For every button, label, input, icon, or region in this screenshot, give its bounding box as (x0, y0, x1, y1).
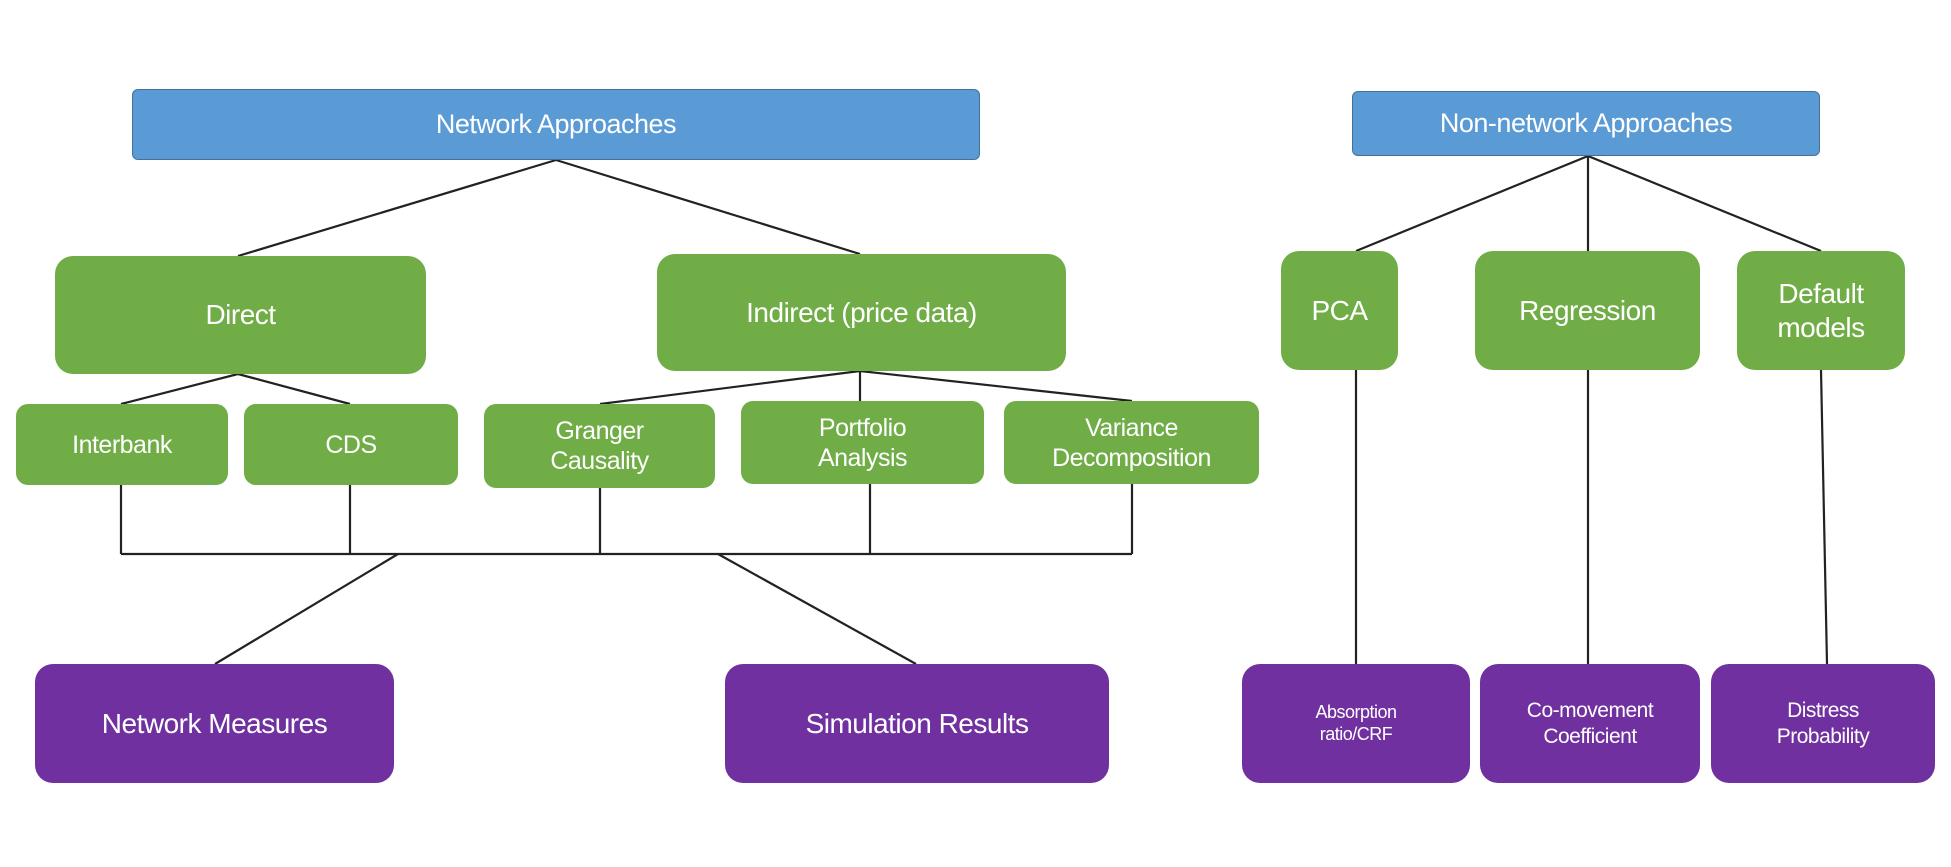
edge-indirect-variance (859, 369, 1133, 403)
node-cds: CDS (244, 404, 458, 485)
edge-default-distress (1819, 369, 1829, 665)
edge-direct-interbank (120, 372, 239, 406)
node-pca: PCA (1281, 251, 1398, 370)
node-default-models: Default models (1737, 251, 1905, 370)
node-network-approaches: Network Approaches (132, 89, 980, 160)
node-network-measures: Network Measures (35, 664, 394, 783)
node-interbank: Interbank (16, 404, 228, 485)
node-comovement-coefficient: Co-movement Coefficient (1480, 664, 1700, 783)
edge-bus-simulation (717, 553, 917, 665)
edge-network-indirect (555, 158, 861, 256)
node-distress-probability: Distress Probability (1711, 664, 1935, 783)
edge-nonnet-pca (1355, 154, 1589, 253)
node-variance-decomposition: Variance Decomposition (1004, 401, 1259, 484)
edge-bus-measures (214, 553, 399, 665)
node-granger-causality: Granger Causality (484, 404, 715, 488)
node-direct: Direct (55, 256, 426, 374)
node-absorption-ratio: Absorption ratio/CRF (1242, 664, 1470, 783)
edge-indirect-granger (599, 369, 861, 406)
edge-direct-cds (237, 372, 351, 406)
node-portfolio-analysis: Portfolio Analysis (741, 401, 984, 484)
node-regression: Regression (1475, 251, 1700, 370)
diagram: Network Approaches Non-network Approache… (0, 0, 1951, 867)
edge-network-direct (237, 158, 557, 258)
node-simulation-results: Simulation Results (725, 664, 1109, 783)
node-non-network-approaches: Non-network Approaches (1352, 91, 1820, 156)
edge-nonnet-default (1587, 154, 1822, 253)
node-indirect: Indirect (price data) (657, 254, 1066, 371)
